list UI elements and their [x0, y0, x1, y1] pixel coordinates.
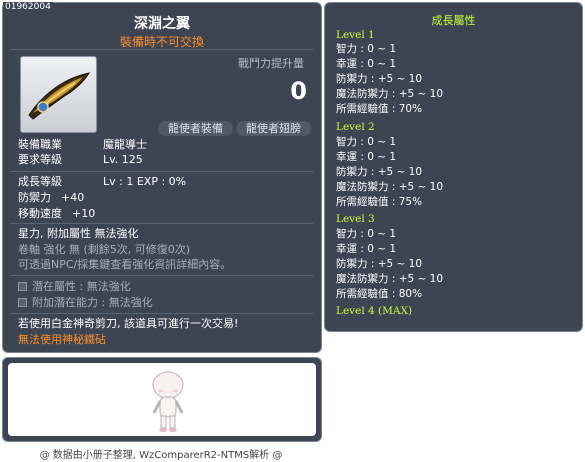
growth-level-max-label: Level 4 (MAX) [336, 305, 413, 317]
req-level-label: 要求等級 [18, 153, 62, 166]
growth-line: 幸運 : 0 ~ 1 [336, 58, 397, 70]
growth-line: 魔法防禦力 : +5 ~ 10 [336, 181, 444, 193]
footer-credit: @ 数据由小册子整理, WzComparerR2-NTMS解析 @ [39, 450, 283, 461]
potential-text: 潛在屬性 : 無法強化 [32, 280, 131, 293]
growth-title: 成長屬性 [431, 14, 476, 27]
star-force-line: 星力, 附加屬性 無法強化 [18, 227, 139, 240]
dragon-master-equip-button[interactable]: 龍使者裝備 [158, 121, 233, 136]
speed-row: 移動速度 +10 [18, 207, 95, 220]
growth-line: 所需經驗值 : 70% [336, 103, 423, 115]
speed-label: 移動速度 [18, 207, 62, 220]
defense-label: 防禦力 [18, 191, 51, 204]
growth-line: 智力 : 0 ~ 1 [336, 136, 397, 148]
item-name: 深淵之翼 [134, 16, 190, 32]
character-icon [152, 371, 184, 432]
req-level-value: Lv. 125 [103, 153, 143, 166]
speed-value: +10 [72, 207, 96, 220]
growth-level-label: 成長等級 [18, 175, 62, 188]
growth-line: 智力 : 0 ~ 1 [336, 43, 397, 55]
dragon-master-wing-button[interactable]: 龍使者翅膀 [236, 121, 311, 136]
add-potential-text: 附加潛在能力 : 無法強化 [32, 296, 153, 309]
npc-info-line: 可透過NPC/採集鍵查看強化資訊詳細內容。 [18, 258, 232, 271]
growth-line: 幸運 : 0 ~ 1 [336, 243, 397, 255]
trade-note: 裝備時不可交換 [119, 35, 204, 49]
divider [11, 223, 313, 224]
scissors-line: 若使用白金神奇剪刀, 該道具可進行一次交易! [18, 317, 239, 330]
growth-line: 防禦力 : +5 ~ 10 [336, 73, 423, 85]
scroll-line: 卷軸 強化 無 (剩餘5次, 可修復0次) [18, 243, 191, 256]
growth-line: 防禦力 : +5 ~ 10 [336, 258, 423, 270]
job-label: 裝備職業 [18, 138, 62, 151]
growth-line: 所需經驗值 : 80% [336, 288, 423, 300]
divider [11, 171, 313, 172]
growth-line: 魔法防禦力 : +5 ~ 10 [336, 88, 444, 100]
anvil-line: 無法使用神秘鐵砧 [18, 333, 106, 346]
job-row: 裝備職業 魔龍導士 [18, 138, 147, 151]
growth-line: 所需經驗值 : 75% [336, 196, 423, 208]
growth-level-1-label: Level 1 [336, 29, 375, 41]
checkbox-icon [18, 282, 27, 291]
defense-value: +40 [61, 191, 85, 204]
growth-line: 魔法防禦力 : +5 ~ 10 [336, 273, 444, 285]
growth-level-value: Lv : 1 EXP : 0% [103, 175, 187, 188]
req-level-row: 要求等級 Lv. 125 [18, 153, 143, 166]
potential-row: 潛在屬性 : 無法強化 [18, 280, 131, 293]
stat-up-value: 0 [290, 77, 307, 105]
growth-level-row: 成長等級 Lv : 1 EXP : 0% [18, 175, 186, 188]
growth-attributes-panel: 成長屬性 Level 1 智力 : 0 ~ 1 幸運 : 0 ~ 1 防禦力 :… [324, 2, 583, 332]
divider [11, 49, 313, 50]
defense-row: 防禦力 +40 [18, 191, 84, 204]
item-icon-frame [20, 56, 97, 133]
item-code: 01962004 [3, 2, 53, 12]
divider [11, 275, 313, 276]
character-preview [8, 363, 316, 436]
growth-line: 幸運 : 0 ~ 1 [336, 151, 397, 163]
wing-icon [28, 72, 91, 120]
growth-level-3-label: Level 3 [336, 213, 375, 225]
growth-line: 防禦力 : +5 ~ 10 [336, 166, 423, 178]
job-value: 魔龍導士 [103, 138, 147, 151]
stat-up-label: 戰鬥力提升量 [238, 57, 304, 70]
growth-line: 智力 : 0 ~ 1 [336, 228, 397, 240]
add-potential-row: 附加潛在能力 : 無法強化 [18, 296, 153, 309]
divider [11, 313, 313, 314]
item-tooltip: 01962004 深淵之翼 裝備時不可交換 戰鬥力提升量 0 龍使者裝備 龍使者… [2, 2, 322, 353]
preview-panel [2, 357, 322, 442]
checkbox-icon [18, 298, 27, 307]
growth-level-2-label: Level 2 [336, 121, 375, 133]
